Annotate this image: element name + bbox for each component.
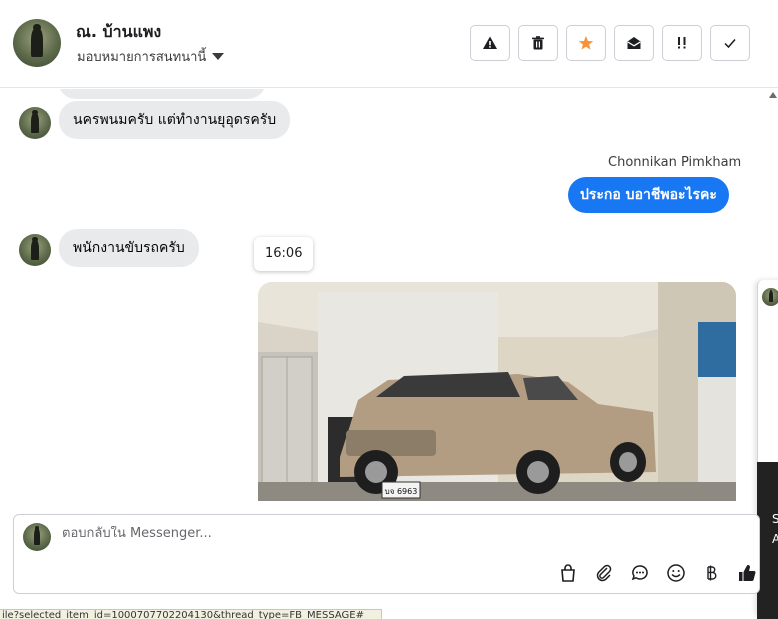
- assign-conversation-dropdown[interactable]: มอบหมายการสนทนานี้: [77, 46, 225, 67]
- reply-input[interactable]: [62, 526, 662, 541]
- mark-done-button[interactable]: [710, 25, 750, 61]
- emoji-icon[interactable]: [665, 562, 687, 584]
- browser-status-bar: ile?selected_item_id=1000707702204130&th…: [0, 609, 382, 619]
- star-button[interactable]: [566, 25, 606, 61]
- contact-avatar-small: [19, 107, 51, 139]
- contact-avatar[interactable]: [13, 19, 61, 67]
- pickup-truck-photo[interactable]: บจ 6963: [258, 282, 736, 501]
- conversation-header: ณ. บ้านแพง มอบหมายการสนทนานี้: [0, 0, 778, 88]
- contact-name[interactable]: ณ. บ้านแพง: [76, 20, 161, 45]
- inbox-conversation-view: ณ. บ้านแพง มอบหมายการสนทนานี้ นครพนมครับ…: [0, 0, 778, 619]
- check-icon: [724, 39, 736, 49]
- saved-reply-icon[interactable]: [629, 562, 651, 584]
- contact-avatar-tiny: [762, 288, 778, 306]
- shopping-bag-icon[interactable]: [557, 562, 579, 584]
- follow-up-button[interactable]: [662, 25, 702, 61]
- page-avatar: [23, 523, 51, 551]
- envelope-open-icon: [627, 37, 641, 49]
- incoming-message-2: พนักงานขับรถครับ: [59, 229, 199, 267]
- caret-down-icon: [212, 53, 225, 60]
- warning-icon: [483, 36, 497, 49]
- star-icon: [578, 36, 594, 50]
- side-text-1: S: [772, 512, 778, 526]
- trash-icon: [532, 36, 544, 50]
- message-thread[interactable]: นครพนมครับ แต่ทำงานยุอุดรครับ Chonnikan …: [0, 89, 768, 501]
- agent-name-label: Chonnikan Pimkham: [608, 155, 742, 170]
- timestamp-tooltip: 16:06: [254, 237, 314, 271]
- license-plate: บจ 6963: [385, 487, 418, 496]
- mark-unread-button[interactable]: [614, 25, 654, 61]
- message-bubble-cut-off: [58, 89, 266, 99]
- report-spam-button[interactable]: [470, 25, 510, 61]
- exclaim-icon: [678, 37, 686, 49]
- scroll-up-arrow[interactable]: [769, 92, 777, 98]
- side-card-dark: S A: [757, 462, 778, 619]
- photo-image: บจ 6963: [258, 282, 736, 501]
- reply-composer: [13, 514, 760, 594]
- incoming-message-1: นครพนมครับ แต่ทำงานยุอุดรครับ: [59, 101, 291, 139]
- attachment-icon[interactable]: [593, 562, 615, 584]
- side-text-2: A: [772, 532, 778, 546]
- like-icon[interactable]: [736, 562, 758, 584]
- baht-payment-icon[interactable]: [700, 562, 722, 584]
- contact-avatar-small: [19, 234, 51, 266]
- outgoing-message-1: ประกอ บอาชีพอะไรคะ: [568, 177, 729, 213]
- assign-label: มอบหมายการสนทนานี้: [77, 50, 207, 65]
- delete-button[interactable]: [518, 25, 558, 61]
